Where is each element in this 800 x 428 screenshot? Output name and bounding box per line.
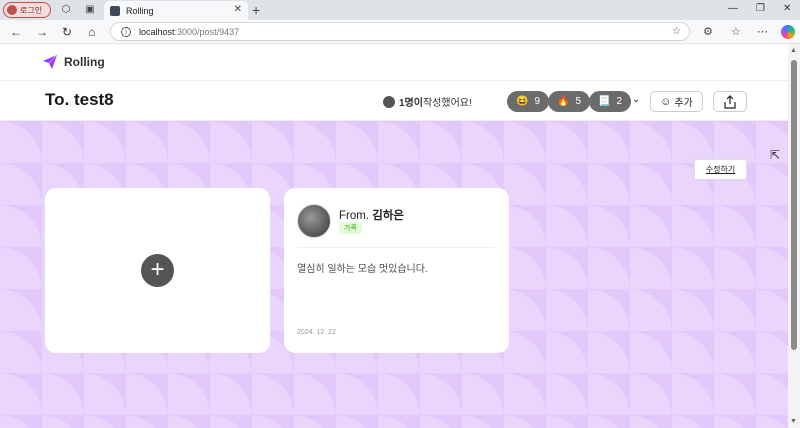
add-reaction-label: 추가	[674, 98, 693, 109]
scroll-down-icon[interactable]: ▼	[790, 418, 797, 425]
web-page: Rolling To. test8 1명이 작성했어요! 😆 9 🔥 5 📃 2…	[0, 44, 788, 428]
reload-icon[interactable]: ↻	[62, 25, 72, 39]
divider	[297, 247, 495, 248]
message-text: 열심히 일하는 모습 멋있습니다.	[297, 264, 428, 275]
browser-toolbar: ← → ↻ ⌂ i localhost:3000/post/9437 ☆ ⚙ ☆…	[0, 20, 800, 44]
page-scrollbar[interactable]: ▲ ▼	[788, 44, 800, 428]
home-icon[interactable]: ⌂	[88, 25, 95, 39]
post-header: To. test8 1명이 작성했어요! 😆 9 🔥 5 📃 2 ⌄ ☺ 추가	[0, 81, 788, 121]
chevron-down-icon[interactable]: ⌄	[632, 94, 640, 105]
browser-tab-strip: 로그인 ⬡ ▣ Rolling ✕ + — ❐ ✕	[0, 0, 800, 20]
from-prefix: From.	[339, 210, 373, 222]
writer-suffix: 작성했어요!	[422, 98, 472, 109]
reaction-count: 2	[616, 96, 623, 107]
reaction-badge[interactable]: 😆 9	[507, 91, 550, 112]
close-window-icon[interactable]: ✕	[783, 3, 791, 14]
url-host: localhost	[139, 26, 175, 37]
profile-button[interactable]: 로그인	[3, 2, 51, 18]
paper-plane-icon	[43, 54, 58, 69]
back-icon[interactable]: ←	[10, 25, 22, 39]
site-header: Rolling	[0, 44, 788, 81]
sender-avatar	[297, 204, 331, 238]
mouse-cursor-icon: ⇱	[770, 148, 781, 162]
reaction-emoji-fire: 🔥	[557, 96, 570, 107]
scrollbar-thumb[interactable]	[791, 60, 797, 350]
scroll-up-icon[interactable]: ▲	[790, 47, 797, 54]
reaction-count: 5	[575, 96, 582, 107]
writer-avatar	[382, 94, 396, 109]
share-button[interactable]	[713, 91, 747, 112]
new-tab-icon[interactable]: +	[252, 2, 260, 18]
message-board: 수정하기 + From. 김하은 가족 열심히 일하는 모습 멋있습니다. 20…	[0, 121, 788, 428]
add-reaction-button[interactable]: ☺ 추가	[650, 91, 703, 112]
tab-favicon-icon	[110, 5, 120, 16]
writer-summary: 1명이 작성했어요!	[382, 94, 472, 109]
url-path: :3000/post/9437	[174, 26, 240, 37]
add-message-card[interactable]: +	[45, 188, 270, 353]
profile-avatar-icon	[7, 5, 17, 15]
edit-button[interactable]: 수정하기	[694, 159, 747, 180]
extensions-icon[interactable]: ⚙	[703, 25, 713, 38]
restore-icon[interactable]: ❐	[756, 3, 765, 14]
copilot-icon[interactable]	[781, 25, 795, 39]
address-bar[interactable]: i localhost:3000/post/9437 ☆	[110, 22, 690, 41]
reaction-count: 9	[534, 96, 541, 107]
forward-icon[interactable]: →	[36, 25, 48, 39]
reaction-badge[interactable]: 🔥 5	[548, 91, 591, 112]
workspaces-icon[interactable]: ⬡	[60, 4, 72, 16]
share-icon	[724, 94, 736, 109]
sender-line: From. 김하은	[339, 207, 404, 223]
site-info-icon[interactable]: i	[121, 26, 131, 37]
reaction-emoji-laugh: 😆	[516, 96, 529, 107]
reaction-badge[interactable]: 📃 2	[589, 91, 632, 112]
sender-name: 김하은	[372, 210, 404, 222]
smiley-icon: ☺	[660, 95, 672, 108]
relationship-badge: 가족	[339, 222, 362, 234]
logo-text: Rolling	[64, 55, 105, 69]
message-card[interactable]: From. 김하은 가족 열심히 일하는 모습 멋있습니다. 2024. 12.…	[284, 188, 509, 353]
favorites-icon[interactable]: ☆	[731, 25, 741, 38]
more-menu-icon[interactable]: ⋯	[757, 25, 768, 38]
message-date: 2024. 12. 22	[297, 329, 336, 336]
minimize-icon[interactable]: —	[728, 3, 738, 14]
favorite-star-icon[interactable]: ☆	[672, 26, 681, 37]
plus-icon[interactable]: +	[141, 254, 174, 287]
recipient-title: To. test8	[45, 90, 114, 109]
writer-count: 1명이	[399, 98, 423, 109]
close-tab-icon[interactable]: ✕	[234, 4, 242, 15]
tab-title: Rolling	[126, 5, 154, 16]
reaction-emoji-page: 📃	[598, 96, 611, 107]
browser-tab-active[interactable]: Rolling ✕	[104, 1, 248, 20]
tab-actions-icon[interactable]: ▣	[84, 4, 96, 16]
profile-label: 로그인	[20, 5, 43, 15]
site-logo[interactable]: Rolling	[42, 54, 105, 70]
